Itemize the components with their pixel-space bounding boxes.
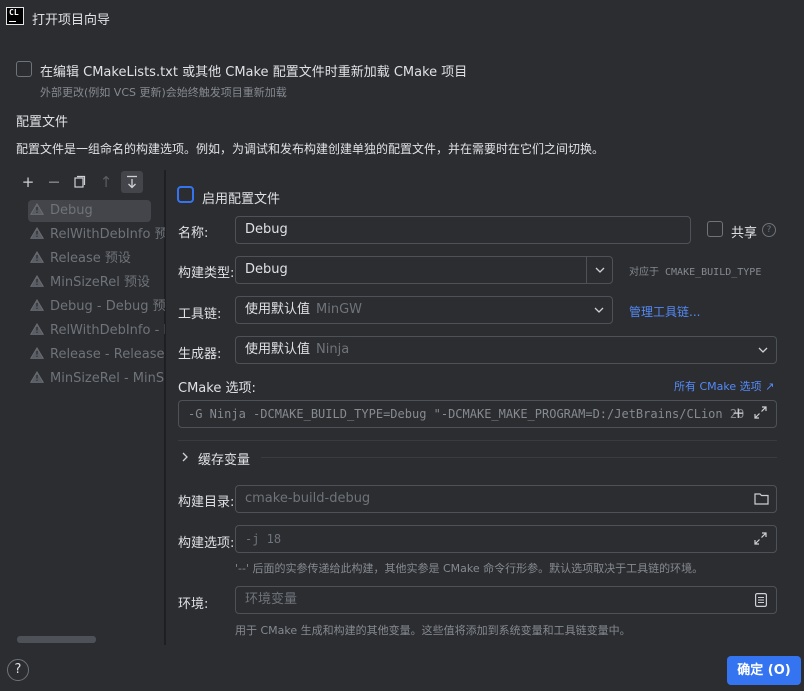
cmake-options-label: CMake 选项: bbox=[178, 381, 256, 396]
environment-label: 环境: bbox=[178, 597, 209, 612]
profiles-list-panel: + — ↑ Debug RelWithDebInfo 预设 Release 预设 Mi… bbox=[15, 170, 165, 645]
profile-name: MinSizeRel 预设 bbox=[50, 275, 150, 290]
profile-list-item[interactable]: MinSizeRel 预设 bbox=[28, 272, 165, 294]
generator-hint: Ninja bbox=[316, 342, 350, 357]
toolchain-hint: MinGW bbox=[316, 302, 363, 317]
panel-divider[interactable] bbox=[165, 170, 166, 645]
cache-variables-toggle[interactable]: 缓存变量 bbox=[198, 449, 250, 468]
warning-icon bbox=[30, 203, 44, 215]
remove-profile-button[interactable]: — bbox=[43, 171, 65, 193]
title-bar: CL 打开项目向导 bbox=[0, 0, 804, 34]
profile-name: Debug - Debug 预设 bbox=[50, 299, 165, 314]
build-type-combo[interactable]: Debug bbox=[235, 256, 613, 284]
list-horizontal-scrollbar[interactable] bbox=[17, 636, 96, 643]
profile-list-item[interactable]: Debug - Debug 预设 bbox=[28, 296, 165, 318]
all-cmake-options-link[interactable]: 所有 CMake 选项 ↗ bbox=[674, 378, 774, 394]
cmake-options-input[interactable]: -G Ninja -DCMAKE_BUILD_TYPE=Debug "-DCMA… bbox=[178, 400, 777, 428]
profiles-section-description: 配置文件是一组命名的构建选项。例如，为调试和发布构建创建单独的配置文件，并在需要… bbox=[16, 142, 605, 156]
profile-list-item[interactable]: Release - Release 预 bbox=[28, 344, 165, 366]
warning-icon bbox=[30, 347, 44, 359]
profile-name: Release - Release 预 bbox=[50, 347, 165, 362]
build-type-label: 构建类型: bbox=[178, 266, 235, 281]
profile-list-item[interactable]: Debug bbox=[28, 200, 151, 222]
share-checkbox[interactable] bbox=[707, 221, 723, 237]
profile-name: RelWithDebInfo - Re bbox=[50, 323, 165, 338]
warning-icon bbox=[30, 275, 44, 287]
ok-button[interactable]: 确定 (O) bbox=[727, 656, 801, 685]
warning-icon bbox=[30, 251, 44, 263]
profile-name: RelWithDebInfo 预设 bbox=[50, 227, 165, 242]
separator bbox=[178, 440, 777, 441]
copy-profile-button[interactable] bbox=[69, 171, 91, 193]
move-up-button[interactable]: ↑ bbox=[95, 171, 117, 193]
clion-app-icon: CL bbox=[6, 7, 24, 25]
generator-label: 生成器: bbox=[178, 347, 222, 362]
toolchain-combo[interactable]: 使用默认值 MinGW bbox=[235, 296, 613, 324]
chevron-down-icon[interactable] bbox=[750, 337, 776, 363]
generator-value: 使用默认值 bbox=[245, 342, 311, 357]
enable-profile-label[interactable]: 启用配置文件 bbox=[202, 188, 280, 207]
share-label[interactable]: 共享 bbox=[731, 222, 757, 241]
environment-input[interactable]: 环境变量 bbox=[235, 586, 777, 614]
chevron-down-icon[interactable] bbox=[586, 297, 612, 323]
profile-list-item[interactable]: RelWithDebInfo - Re bbox=[28, 320, 165, 342]
build-dir-label: 构建目录: bbox=[178, 495, 235, 510]
expand-icon[interactable] bbox=[754, 406, 767, 423]
build-type-value: Debug bbox=[245, 262, 288, 277]
toolchain-value: 使用默认值 bbox=[245, 302, 311, 317]
move-down-button[interactable] bbox=[121, 171, 143, 193]
build-options-label: 构建选项: bbox=[178, 536, 235, 551]
chevron-right-icon[interactable] bbox=[181, 451, 189, 466]
build-dir-input[interactable]: cmake-build-debug bbox=[235, 485, 777, 513]
name-label: 名称: bbox=[178, 226, 209, 241]
share-help-icon[interactable]: ? bbox=[762, 223, 776, 237]
separator bbox=[261, 457, 777, 458]
warning-icon bbox=[30, 371, 44, 383]
copy-icon bbox=[74, 175, 86, 188]
reload-checkbox-label[interactable]: 在编辑 CMakeLists.txt 或其他 CMake 配置文件时重新加载 C… bbox=[40, 61, 467, 80]
reload-subtext: 外部更改(例如 VCS 更新)会始终触发项目重新加载 bbox=[40, 86, 287, 99]
profiles-section-title: 配置文件 bbox=[16, 115, 69, 130]
profile-list-item[interactable]: RelWithDebInfo 预设 bbox=[28, 224, 165, 246]
expand-icon[interactable] bbox=[754, 532, 767, 549]
add-option-icon[interactable]: + bbox=[732, 406, 745, 421]
folder-icon[interactable] bbox=[754, 492, 769, 509]
build-options-input[interactable]: -j 18 bbox=[235, 525, 777, 553]
environment-hint: 用于 CMake 生成和构建的其他变量。这些值将添加到系统变量和工具链变量中。 bbox=[235, 624, 631, 637]
profile-list-item[interactable]: MinSizeRel - MinSiz bbox=[28, 368, 165, 390]
generator-combo[interactable]: 使用默认值 Ninja bbox=[235, 336, 777, 364]
window-title: 打开项目向导 bbox=[32, 13, 111, 28]
enable-profile-checkbox[interactable] bbox=[177, 186, 194, 203]
build-options-hint: '--' 后面的实参传递给此构建，其他实参是 CMake 命令行形参。默认选项取… bbox=[235, 562, 704, 575]
profile-name: MinSizeRel - MinSiz bbox=[50, 371, 165, 386]
build-type-hint: 对应于 CMAKE_BUILD_TYPE bbox=[629, 267, 762, 278]
reload-checkbox[interactable] bbox=[16, 61, 32, 77]
edit-env-icon[interactable] bbox=[755, 593, 768, 611]
warning-icon bbox=[30, 227, 44, 239]
toolchain-label: 工具链: bbox=[178, 307, 222, 322]
name-input[interactable]: Debug bbox=[235, 216, 691, 244]
manage-toolchains-link[interactable]: 管理工具链... bbox=[629, 303, 700, 320]
move-down-icon bbox=[127, 175, 137, 189]
chevron-down-icon[interactable] bbox=[586, 257, 612, 283]
help-button[interactable]: ? bbox=[7, 659, 29, 681]
profile-name: Release 预设 bbox=[50, 251, 131, 266]
warning-icon bbox=[30, 299, 44, 311]
warning-icon bbox=[30, 323, 44, 335]
profile-list-item[interactable]: Release 预设 bbox=[28, 248, 165, 270]
app-icon-text: CL bbox=[9, 8, 19, 17]
form-vertical-scrollbar[interactable] bbox=[796, 170, 802, 645]
profile-name: Debug bbox=[50, 203, 93, 218]
add-profile-button[interactable]: + bbox=[17, 171, 39, 193]
